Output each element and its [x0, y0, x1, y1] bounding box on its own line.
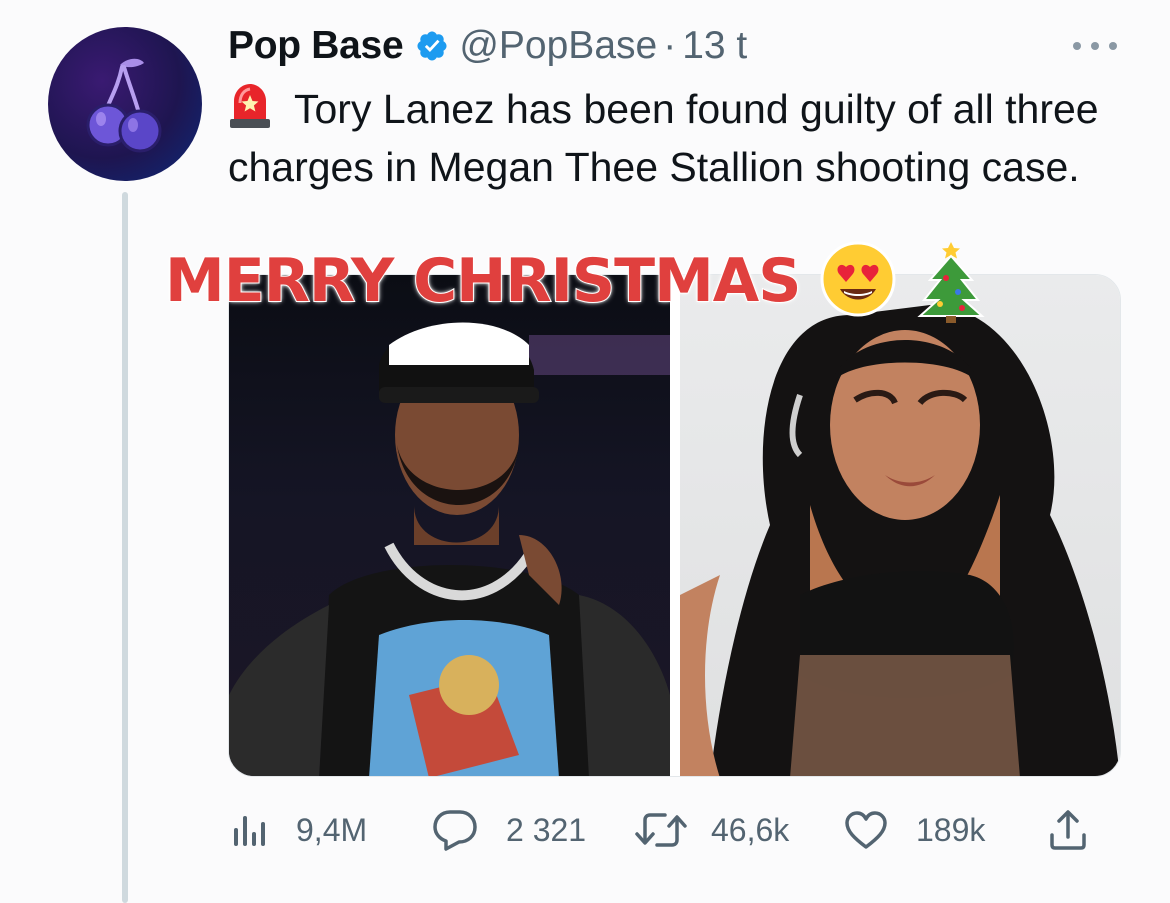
reply-icon: [433, 810, 477, 851]
share-icon: [1050, 810, 1086, 850]
views-button[interactable]: 9,4M: [230, 803, 367, 857]
tweet-action-bar: 9,4M 2 321 46,6k 189k: [230, 803, 1100, 857]
media-grid[interactable]: [228, 274, 1121, 777]
christmas-tree-icon: [916, 234, 986, 329]
tweet-header: Pop Base @PopBase · 13 t: [228, 24, 747, 68]
siren-icon: [228, 81, 272, 129]
like-button[interactable]: 189k: [844, 803, 985, 857]
tweet-timestamp[interactable]: 13 t: [682, 24, 747, 68]
verified-badge-icon: [417, 31, 447, 61]
author-name[interactable]: Pop Base: [228, 24, 404, 68]
heart-icon: [845, 811, 887, 849]
separator-dot: ·: [663, 24, 677, 67]
reply-button[interactable]: 2 321: [432, 803, 586, 857]
analytics-icon: [234, 816, 265, 846]
thread-line: [122, 192, 128, 903]
tweet-body-text: Tory Lanez has been found guilty of all …: [228, 86, 1099, 190]
author-handle[interactable]: @PopBase: [459, 24, 657, 68]
cherry-icon: [86, 58, 162, 153]
christmas-overlay: MERRY CHRISTMAS: [164, 234, 986, 329]
overlay-text: MERRY CHRISTMAS: [164, 245, 802, 317]
reply-count: 2 321: [506, 811, 587, 848]
views-count: 9,4M: [296, 811, 368, 848]
photo-left[interactable]: [229, 275, 670, 776]
more-options-icon[interactable]: [1073, 38, 1117, 54]
retweet-icon: [635, 813, 687, 847]
avatar[interactable]: [48, 27, 202, 181]
retweet-button[interactable]: 46,6k: [635, 803, 789, 857]
photo-divider: [670, 275, 680, 776]
heart-eyes-icon: [818, 239, 898, 324]
photo-right[interactable]: [680, 275, 1120, 776]
like-count: 189k: [916, 811, 986, 848]
share-button[interactable]: [1048, 803, 1088, 857]
tweet-text: Tory Lanez has been found guilty of all …: [228, 80, 1108, 196]
retweet-count: 46,6k: [711, 811, 790, 848]
